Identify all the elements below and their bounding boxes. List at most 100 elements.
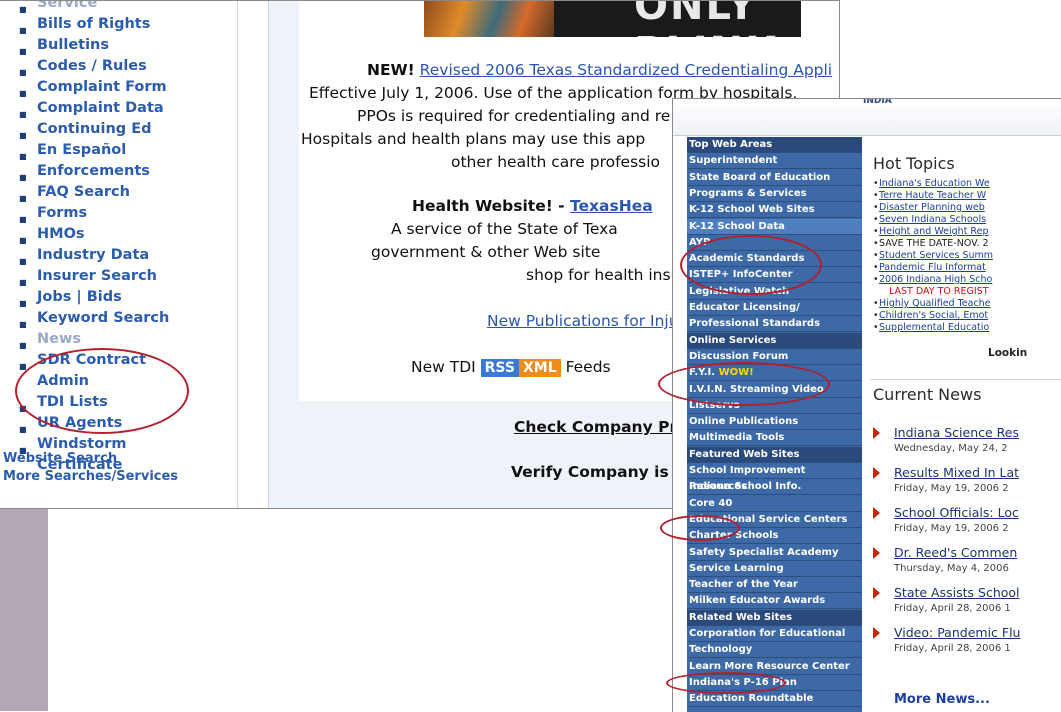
news-title-link[interactable]: School Officials: Loc: [894, 505, 1019, 520]
nav-item[interactable]: Service Learning: [687, 561, 862, 577]
nav-item[interactable]: Indiana School Info.: [687, 479, 862, 496]
hot-topic-item[interactable]: • Indiana's Education We: [873, 178, 993, 190]
more-searches-link[interactable]: More Searches/Services: [3, 469, 178, 484]
bullet-icon: •: [873, 178, 879, 189]
nav-item[interactable]: Online Publications: [687, 414, 862, 431]
nav-item-label: Discussion Forum: [689, 350, 789, 362]
annotation-ellipse-academic-standards: [680, 235, 822, 295]
arrow-bullet-icon: [873, 427, 880, 439]
sidebar-item[interactable]: ■ HMOs: [17, 224, 187, 245]
hot-topic-text: Children's Social, Emot: [879, 310, 989, 321]
bullet-icon: •: [873, 310, 879, 321]
sidebar-item[interactable]: ■ Insurer Search: [17, 266, 187, 287]
sidebar-item-label: Bills of Rights: [37, 16, 151, 32]
nav-item[interactable]: Core 40: [687, 496, 862, 512]
hot-topic-item[interactable]: • Supplemental Educatio: [873, 322, 993, 334]
nav-item[interactable]: State Board of Education: [687, 170, 862, 186]
arrow-bullet-icon: [873, 467, 880, 479]
service-text-1: A service of the State of Texa: [391, 220, 618, 238]
sidebar-item[interactable]: ■ Enforcements: [17, 161, 187, 182]
sidebar-item[interactable]: ■ Service: [17, 0, 187, 14]
rss-button[interactable]: RSS: [480, 359, 519, 377]
sidebar-item[interactable]: ■ Jobs | Bids: [17, 287, 187, 308]
arrow-bullet-icon: [873, 547, 880, 559]
nav-item-label: Featured Web Sites: [689, 448, 800, 460]
sidebar-item[interactable]: ■ Bulletins: [17, 35, 187, 56]
texashealth-link[interactable]: TexasHea: [570, 197, 653, 215]
service-text-2: government & other Web site: [371, 243, 601, 261]
sidebar-item[interactable]: ■ News: [17, 329, 187, 350]
hot-topics-list: • Indiana's Education We • Terre Haute Teac…: [873, 178, 993, 334]
hot-topic-text: Height and Weight Rep: [879, 226, 989, 237]
sidebar-item[interactable]: ■ En Español: [17, 140, 187, 161]
hot-topic-item[interactable]: • Terre Haute Teacher W: [873, 190, 993, 202]
bullet-icon: •: [873, 202, 879, 213]
bullet-icon: •: [873, 190, 879, 201]
sidebar-item[interactable]: ■ Complaint Data: [17, 98, 187, 119]
sidebar-item[interactable]: ■ Industry Data: [17, 245, 187, 266]
hot-topic-item[interactable]: • Seven Indiana Schools: [873, 214, 993, 226]
hot-topic-item: • SAVE THE DATE-NOV. 2: [873, 238, 993, 250]
hot-topic-item[interactable]: • Height and Weight Rep: [873, 226, 993, 238]
nav-item[interactable]: Safety Specialist Academy: [687, 545, 862, 561]
nav-item-label: Corporation for Educational: [689, 628, 846, 639]
nav-item[interactable]: Professional Standards: [687, 316, 862, 333]
annotation-ellipse-p16-plan: [666, 672, 786, 694]
section-divider: [870, 379, 1061, 380]
nav-item[interactable]: Teacher of the Year: [687, 577, 862, 594]
hot-topic-item[interactable]: • Pandemic Flu Informat: [873, 262, 993, 274]
nav-item[interactable]: Superintendent: [687, 153, 862, 170]
new-publications-link[interactable]: New Publications for Inju: [487, 312, 679, 330]
check-company-link[interactable]: Check Company Pr: [514, 418, 677, 436]
nav-item[interactable]: Multimedia Tools: [687, 430, 862, 447]
hot-topic-item[interactable]: • Student Services Summ: [873, 250, 993, 262]
news-title-link[interactable]: Indiana Science Res: [894, 425, 1019, 440]
sidebar-item-label: En Español: [37, 142, 127, 158]
sidebar-item[interactable]: ■ Complaint Form: [17, 77, 187, 98]
nav-item[interactable]: Educator Licensing/: [687, 300, 862, 316]
new-label: NEW!: [367, 61, 415, 79]
hot-topic-item[interactable]: • 2006 Indiana High Scho: [873, 274, 993, 286]
hot-topic-item[interactable]: • Disaster Planning web: [873, 202, 993, 214]
professionals-text: other health care professio: [451, 153, 661, 171]
hot-topic-item[interactable]: • Children's Social, Emot: [873, 310, 993, 322]
bullet-icon: •: [873, 226, 879, 237]
sidebar-item[interactable]: ■ Codes / Rules: [17, 56, 187, 77]
sidebar-item-label: Forms: [37, 205, 88, 221]
sidebar-item[interactable]: ■ Continuing Ed: [17, 119, 187, 140]
annotation-ellipse-ivin-video: [658, 362, 830, 406]
nav-item[interactable]: School Improvement Resources: [687, 463, 862, 492]
sidebar-item-label: Service: [37, 0, 98, 11]
news-date: Friday, May 19, 2006 2: [894, 523, 1009, 534]
nav-item-label: Professional Standards: [689, 318, 821, 330]
sidebar-item[interactable]: ■ Bills of Rights: [17, 14, 187, 35]
news-title-link[interactable]: Video: Pandemic Flu: [894, 625, 1020, 640]
new-credentialing-line: NEW! Revised 2006 Texas Standardized Cre…: [367, 61, 832, 79]
news-date: Friday, May 19, 2006 2: [894, 483, 1009, 494]
xml-button[interactable]: XML: [518, 359, 561, 377]
service-text-3: shop for health insu: [526, 266, 681, 284]
news-title-link[interactable]: Dr. Reed's Commen: [894, 545, 1017, 560]
news-title-link[interactable]: State Assists School: [894, 585, 1020, 600]
nav-item[interactable]: Milken Educator Awards: [687, 593, 862, 610]
arrow-bullet-icon: [873, 587, 880, 599]
nav-section-header: Featured Web Sites: [687, 446, 862, 463]
hot-topic-item[interactable]: • Highly Qualified Teache: [873, 298, 993, 310]
arrow-bullet-icon: [873, 627, 880, 639]
nav-item[interactable]: K-12 School Web Sites: [687, 202, 862, 219]
nav-item-label: Superintendent: [689, 155, 778, 167]
health-label: Health Website! -: [412, 197, 571, 215]
more-news-link[interactable]: More News...: [894, 692, 990, 707]
hot-topic-text: Disaster Planning web: [879, 202, 985, 213]
credentialing-link[interactable]: Revised 2006 Texas Standardized Credenti…: [420, 61, 832, 79]
nav-item-label: Multimedia Tools: [689, 432, 785, 444]
nav-item[interactable]: Technology: [687, 642, 862, 659]
nav-item[interactable]: K-12 School Data: [687, 218, 862, 235]
website-search-link[interactable]: Website Search: [3, 451, 117, 466]
news-title-link[interactable]: Results Mixed In Lat: [894, 465, 1019, 480]
sidebar-item[interactable]: ■ Forms: [17, 203, 187, 224]
nav-item[interactable]: Corporation for Educational: [687, 626, 862, 642]
sidebar-item[interactable]: ■ FAQ Search: [17, 182, 187, 203]
sidebar-item[interactable]: ■ Keyword Search: [17, 308, 187, 329]
nav-item[interactable]: Programs & Services: [687, 186, 862, 202]
